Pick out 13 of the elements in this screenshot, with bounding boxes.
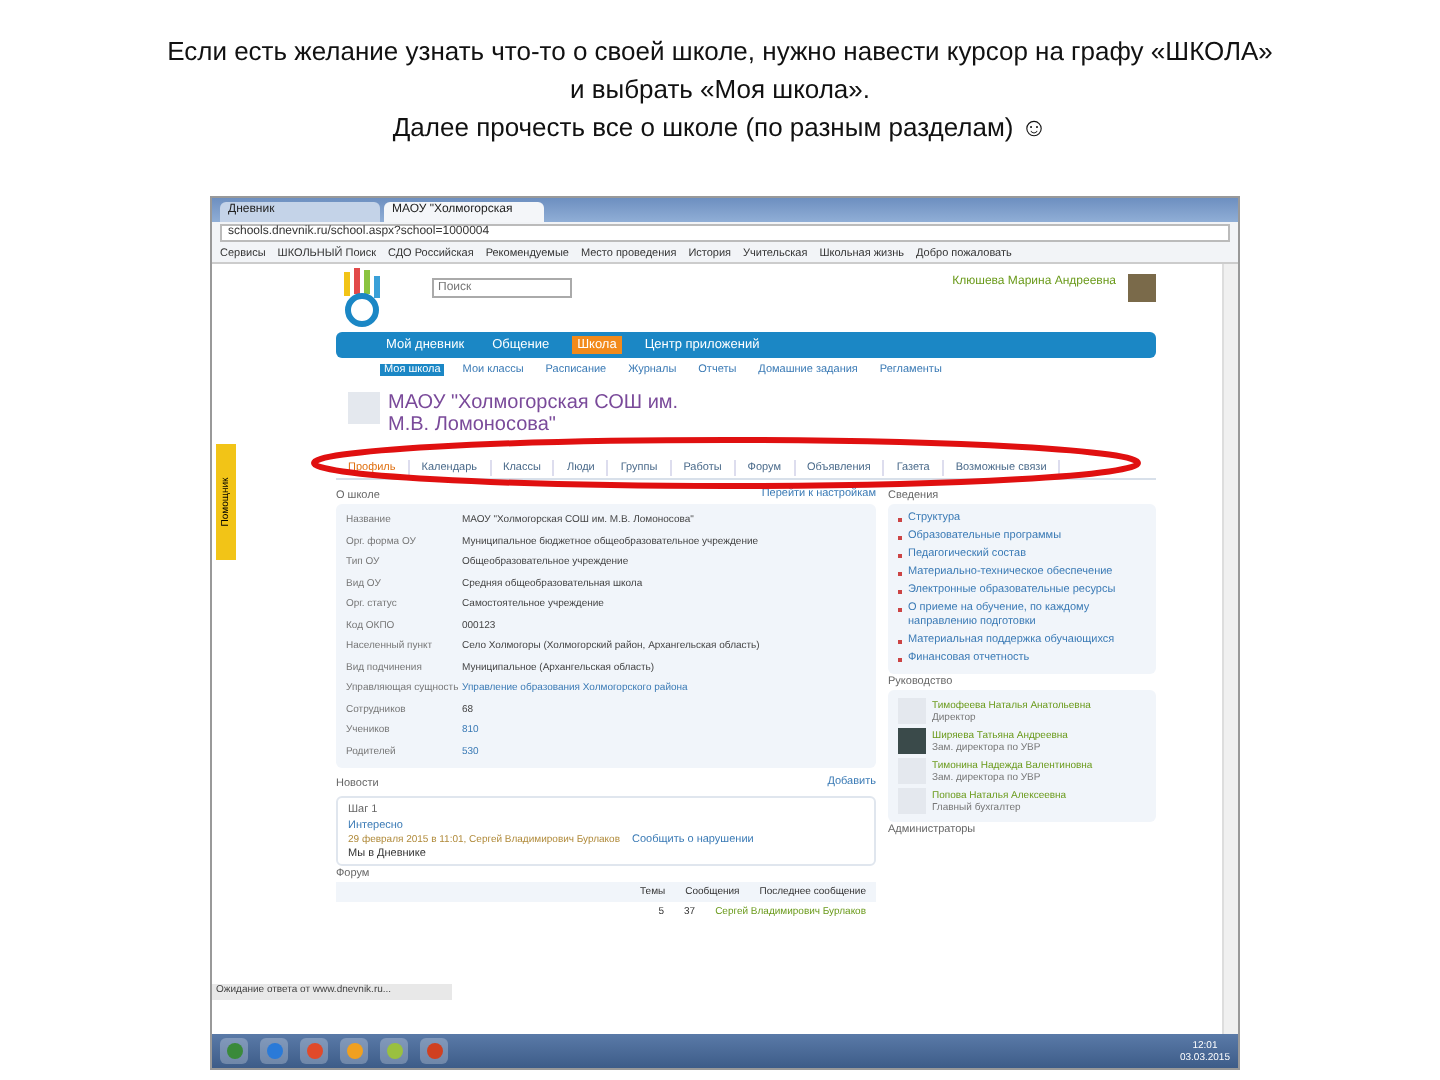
caption-line: Если есть желание узнать что-то о своей школе, нужно навести курсор на графу «ШКОЛА»: [167, 34, 1273, 70]
school-logo-placeholder: [348, 392, 380, 424]
school-title: МАОУ "Холмогорская СОШ им. М.В. Ломоносова": [388, 392, 681, 436]
scrollbar[interactable]: [1222, 264, 1238, 1034]
app-icon[interactable]: [380, 1038, 408, 1064]
app-icon[interactable]: [300, 1038, 328, 1064]
caption-line: Далее прочесть все о школе (по разным разделам) ☺: [392, 110, 1048, 146]
app-icon[interactable]: [420, 1038, 448, 1064]
app-icon[interactable]: [260, 1038, 288, 1064]
caption-line: и выбрать «Моя школа».: [569, 72, 871, 108]
app-icon[interactable]: [220, 1038, 248, 1064]
app-icon[interactable]: [340, 1038, 368, 1064]
avatar-placeholder[interactable]: [1128, 274, 1156, 302]
